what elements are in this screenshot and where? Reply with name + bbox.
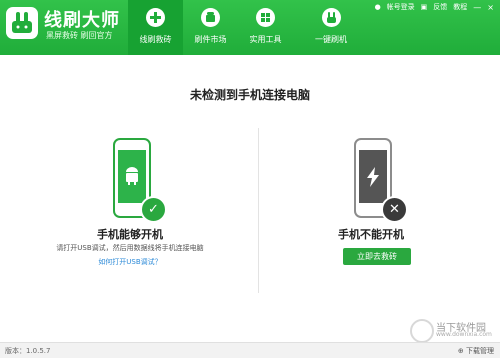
tutorial-link[interactable]: 教程 (453, 2, 467, 12)
column-divider (258, 128, 259, 293)
minimize-button[interactable]: — (473, 3, 481, 12)
user-icon: ● (374, 3, 381, 11)
tab-rom-market[interactable]: 刷件市场 (183, 0, 238, 55)
tab-label: 实用工具 (249, 35, 282, 44)
app-logo (6, 7, 38, 39)
download-manager-link[interactable]: ⊕ 下载管理 (458, 346, 494, 356)
app-subtitle: 黑屏救砖 刷回官方 (46, 31, 113, 40)
phone-can-boot-title: 手机能够开机 (97, 228, 163, 241)
grid-icon (256, 8, 275, 27)
rabbit-icon (322, 8, 341, 27)
tab-one-click-flash[interactable]: 一键刷机 (301, 0, 361, 55)
close-button[interactable]: × (487, 3, 494, 12)
watermark: 当下软件园 www.downxia.com (410, 318, 496, 343)
feedback-icon: ▣ (420, 3, 428, 11)
how-to-enable-usb-debug-link[interactable]: 如何打开USB调试？ (80, 257, 180, 267)
download-manager-label: 下载管理 (466, 347, 494, 355)
android-icon (118, 167, 146, 189)
status-title: 未检测到手机连接电脑 (189, 88, 310, 102)
tab-utilities[interactable]: 实用工具 (238, 0, 293, 55)
tab-flash-rescue[interactable]: 线刷救砖 (128, 0, 183, 55)
usb-debug-hint: 请打开USB调试，然后用数据线将手机连接电脑 (56, 244, 204, 252)
account-login-link[interactable]: 帐号登录 (387, 2, 415, 12)
app-header: 线刷大师 黑屏救砖 刷回官方 线刷救砖 刷件市场 实用工具 一键刷机 ● 帐号登… (0, 0, 500, 55)
version-label: 版本：1.0.5.7 (5, 347, 51, 355)
main-nav: 线刷救砖 刷件市场 实用工具 一键刷机 (128, 0, 361, 55)
top-right-bar: ● 帐号登录 ▣ 反馈 教程 — × (375, 2, 494, 12)
tab-label: 刷件市场 (194, 35, 227, 44)
app-title: 线刷大师 (44, 10, 120, 31)
status-bar: 版本：1.0.5.7 ⊕ 下载管理 (0, 342, 500, 358)
robot-icon (201, 8, 220, 27)
x-mark-icon: ✕ (381, 196, 408, 223)
tab-label: 一键刷机 (315, 35, 347, 44)
download-icon: ⊕ (457, 347, 464, 355)
rescue-now-button[interactable]: 立即去救砖 (343, 248, 411, 265)
watermark-logo (410, 319, 434, 343)
watermark-url: www.downxia.com (436, 331, 492, 338)
phone-cannot-boot-title: 手机不能开机 (338, 228, 404, 241)
rabbit-logo-icon (12, 12, 32, 33)
checkmark-icon: ✓ (140, 196, 167, 223)
lightning-icon (359, 167, 387, 191)
tab-label: 线刷救砖 (139, 35, 172, 44)
feedback-link[interactable]: 反馈 (433, 2, 447, 12)
plus-icon (146, 8, 165, 27)
